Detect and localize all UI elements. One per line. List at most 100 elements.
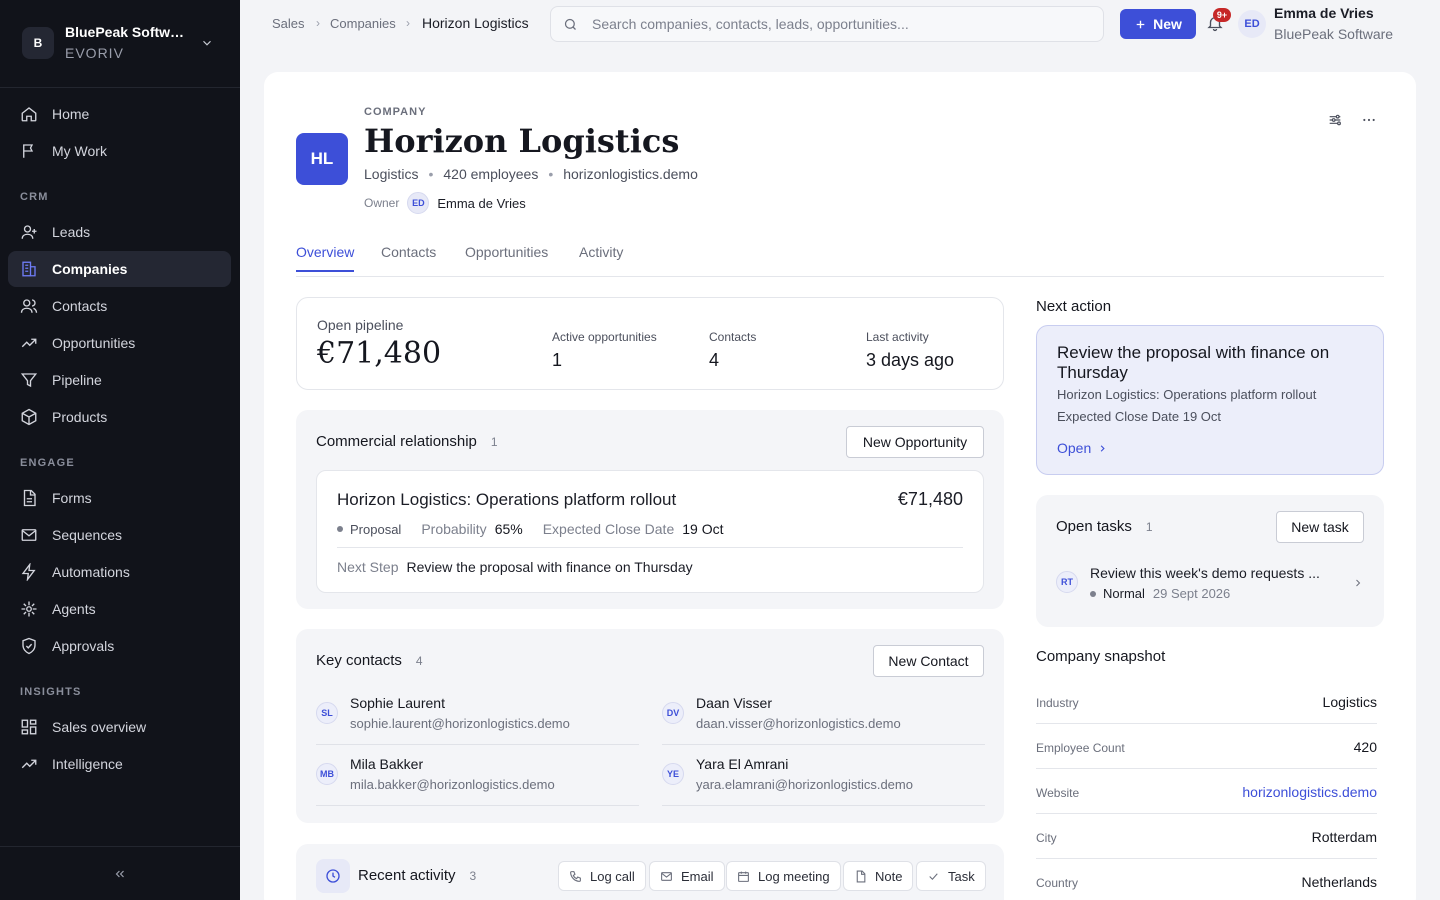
contact-avatar: MB bbox=[316, 763, 338, 785]
flag-icon bbox=[23, 144, 34, 158]
avatar[interactable]: ED bbox=[1238, 10, 1266, 38]
stat-active-value: 1 bbox=[552, 350, 563, 370]
search-input[interactable] bbox=[592, 16, 1072, 32]
nav-sequences[interactable]: Sequences bbox=[8, 517, 231, 553]
log-call-label: Log call bbox=[590, 868, 635, 884]
workspace-switcher[interactable]: B BluePeak Software EVORIV bbox=[0, 0, 240, 88]
note-icon bbox=[856, 870, 866, 882]
company-meta: Logistics • 420 employees • horizonlogis… bbox=[364, 166, 698, 182]
contact-avatar: SL bbox=[316, 702, 338, 724]
nav-products[interactable]: Products bbox=[8, 399, 231, 435]
mail-icon bbox=[661, 871, 672, 881]
recent-activity-panel: Recent activity 3 Log call Email Log mee… bbox=[296, 844, 1004, 900]
nav-forms[interactable]: Forms bbox=[8, 480, 231, 516]
nav-leads[interactable]: Leads bbox=[8, 214, 231, 250]
next-action-open-link[interactable]: Open bbox=[1057, 440, 1108, 456]
nav-home[interactable]: Home bbox=[8, 96, 231, 132]
nav-approvals[interactable]: Approvals bbox=[8, 628, 231, 664]
opportunity-amount: €71,480 bbox=[897, 489, 963, 509]
dashboard-icon bbox=[21, 719, 37, 735]
task-priority: Normal bbox=[1103, 586, 1145, 601]
breadcrumb-companies[interactable]: Companies bbox=[330, 16, 396, 31]
contact-item[interactable]: SL Sophie Laurent sophie.laurent@horizon… bbox=[316, 691, 639, 745]
chevrons-left-icon bbox=[115, 870, 124, 877]
nav-sequences-label: Sequences bbox=[52, 527, 123, 543]
stat-active-label: Active opportunities bbox=[552, 330, 657, 344]
nav-leads-label: Leads bbox=[52, 224, 91, 240]
check-icon bbox=[929, 872, 938, 880]
new-task-button[interactable]: New task bbox=[1276, 511, 1364, 543]
company-avatar: HL bbox=[296, 133, 348, 185]
sliders-icon[interactable] bbox=[1327, 112, 1343, 128]
tab-contacts[interactable]: Contacts bbox=[381, 244, 436, 270]
collapse-sidebar-button[interactable] bbox=[0, 846, 240, 900]
log-call-button[interactable]: Log call bbox=[558, 861, 646, 891]
topbar: Sales › Companies › Horizon Logistics Ne… bbox=[240, 0, 1440, 48]
note-button[interactable]: Note bbox=[843, 861, 914, 891]
calendar-icon bbox=[738, 871, 749, 882]
close-date-value: 19 Oct bbox=[682, 521, 724, 537]
company-website[interactable]: horizonlogistics.demo bbox=[563, 166, 698, 182]
task-avatar: RT bbox=[1056, 571, 1078, 593]
sidebar: B BluePeak Software EVORIV Home My Work … bbox=[0, 0, 240, 900]
contact-item[interactable]: DV Daan Visser daan.visser@horizonlogist… bbox=[662, 691, 985, 745]
company-record: HL COMPANY Horizon Logistics Logistics •… bbox=[264, 72, 1416, 900]
panel-count: 1 bbox=[1145, 519, 1153, 534]
chevron-right-icon bbox=[1356, 579, 1361, 587]
nav-companies[interactable]: Companies bbox=[8, 251, 231, 287]
contact-item[interactable]: YE Yara El Amrani yara.elamrani@horizonl… bbox=[662, 752, 985, 806]
opportunity-card[interactable]: Horizon Logistics: Operations platform r… bbox=[316, 470, 984, 593]
task-item[interactable]: RT Review this week's demo requests ... … bbox=[1056, 561, 1364, 605]
more-icon[interactable] bbox=[1361, 112, 1377, 128]
tab-overview[interactable]: Overview bbox=[296, 244, 355, 272]
task-button[interactable]: Task bbox=[916, 861, 986, 891]
panel-title: Commercial relationship 1 bbox=[316, 433, 498, 450]
contact-name: Daan Visser bbox=[696, 695, 773, 711]
snapshot-value: Logistics bbox=[1322, 694, 1377, 710]
new-opportunity-button[interactable]: New Opportunity bbox=[846, 426, 984, 458]
tab-activity[interactable]: Activity bbox=[579, 244, 623, 270]
tab-opportunities[interactable]: Opportunities bbox=[465, 244, 548, 270]
separator: • bbox=[548, 166, 554, 182]
opportunity-meta: Proposal Probability 65% Expected Close … bbox=[337, 521, 724, 537]
nav-opportunities[interactable]: Opportunities bbox=[8, 325, 231, 361]
nav-agents[interactable]: Agents bbox=[8, 591, 231, 627]
new-button-label: New bbox=[1153, 16, 1182, 32]
nav-automations[interactable]: Automations bbox=[8, 554, 231, 590]
nav-contacts[interactable]: Contacts bbox=[8, 288, 231, 324]
page-title: Horizon Logistics bbox=[364, 122, 680, 160]
nav-pipeline[interactable]: Pipeline bbox=[8, 362, 231, 398]
email-button[interactable]: Email bbox=[649, 861, 725, 891]
stat-contacts-value: 4 bbox=[709, 350, 720, 370]
stat-contacts-label: Contacts bbox=[709, 330, 757, 344]
nav-section-crm: CRM bbox=[20, 191, 49, 203]
new-contact-button[interactable]: New Contact bbox=[873, 645, 984, 677]
log-meeting-button[interactable]: Log meeting bbox=[726, 861, 841, 891]
nav-intelligence[interactable]: Intelligence bbox=[8, 746, 231, 782]
contact-name: Mila Bakker bbox=[350, 756, 424, 772]
snapshot-website-link[interactable]: horizonlogistics.demo bbox=[1242, 784, 1377, 800]
user-org: BluePeak Software bbox=[1274, 26, 1394, 42]
new-button[interactable]: New bbox=[1120, 9, 1196, 39]
contact-avatar: DV bbox=[662, 702, 684, 724]
next-action-title: Next action bbox=[1036, 298, 1112, 315]
nav-sales-overview[interactable]: Sales overview bbox=[8, 709, 231, 745]
nav-approvals-label: Approvals bbox=[52, 638, 115, 654]
trending-up-icon bbox=[21, 759, 37, 769]
snapshot-key: Country bbox=[1036, 876, 1079, 890]
stat-last-value: 3 days ago bbox=[866, 350, 955, 370]
breadcrumb-sales[interactable]: Sales bbox=[272, 16, 305, 31]
contact-name: Yara El Amrani bbox=[696, 756, 789, 772]
zap-icon bbox=[21, 563, 36, 581]
global-search[interactable] bbox=[550, 6, 1104, 42]
owner: Owner ED Emma de Vries bbox=[364, 192, 526, 214]
next-action-card: Review the proposal with finance on Thur… bbox=[1036, 325, 1384, 475]
contact-email: daan.visser@horizonlogistics.demo bbox=[696, 716, 901, 731]
nav-mywork[interactable]: My Work bbox=[8, 133, 231, 169]
stage-dot bbox=[337, 526, 343, 532]
owner-name[interactable]: Emma de Vries bbox=[437, 196, 525, 211]
task-due: 29 Sept 2026 bbox=[1152, 586, 1231, 601]
contact-item[interactable]: MB Mila Bakker mila.bakker@horizonlogist… bbox=[316, 752, 639, 806]
snapshot-key: Industry bbox=[1036, 696, 1079, 710]
probability-value: 65% bbox=[494, 521, 523, 537]
